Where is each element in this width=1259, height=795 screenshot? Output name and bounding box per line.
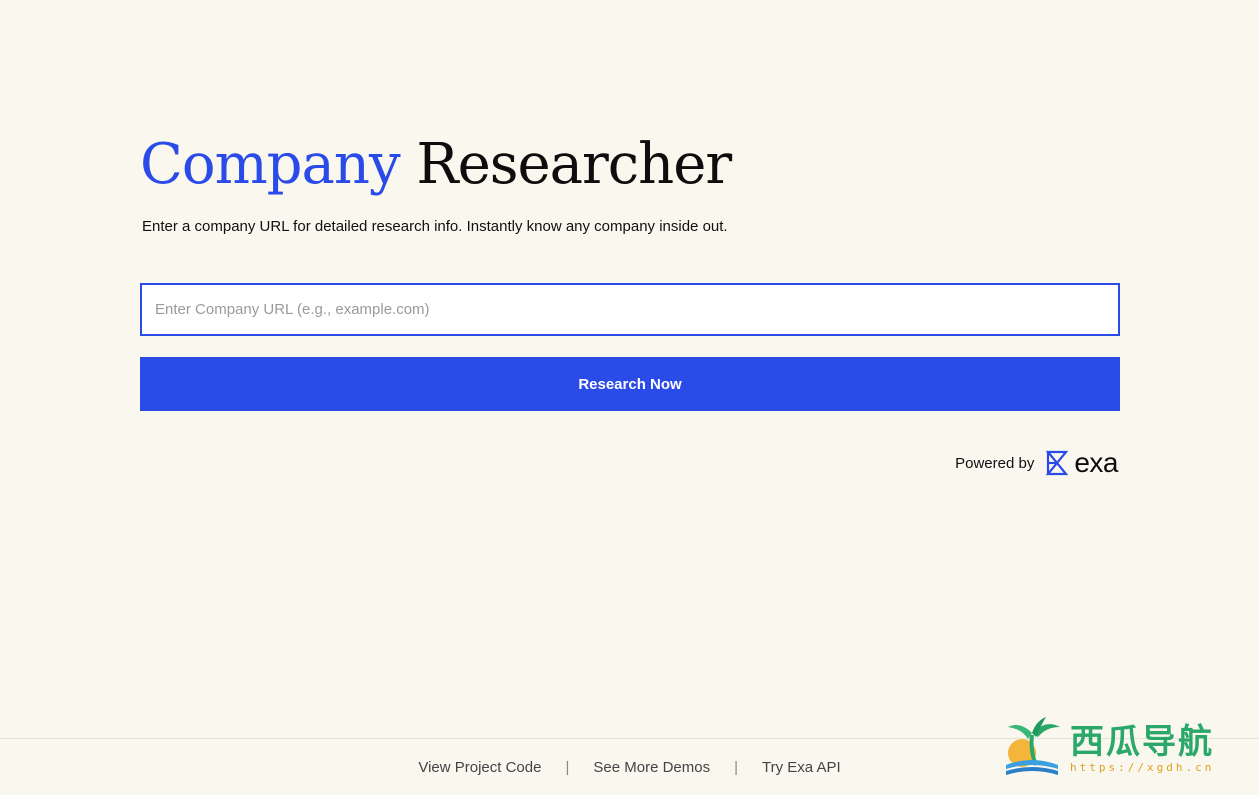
view-project-code-link[interactable]: View Project Code xyxy=(418,759,541,776)
page-title: Company Researcher xyxy=(140,130,1120,200)
watermark-text: 西瓜导航 https://xgdh.cn xyxy=(1070,723,1214,774)
exa-wordmark: exa xyxy=(1074,447,1118,478)
research-now-button[interactable]: Research Now xyxy=(140,357,1120,411)
exa-logo-link[interactable]: exa xyxy=(1046,449,1118,477)
main-content: Company Researcher Enter a company URL f… xyxy=(140,130,1120,477)
watermark: 西瓜导航 https://xgdh.cn xyxy=(1002,712,1242,784)
palm-island-icon xyxy=(1006,717,1060,775)
page-title-rest: Researcher xyxy=(416,132,732,197)
watermark-title: 西瓜导航 xyxy=(1070,721,1214,762)
watermark-url: https://xgdh.cn xyxy=(1070,760,1215,774)
footer-separator: | xyxy=(734,759,738,776)
page-subtitle: Enter a company URL for detailed researc… xyxy=(142,218,728,235)
page-title-accent: Company xyxy=(140,132,401,197)
page: Company Researcher Enter a company URL f… xyxy=(0,0,1259,795)
see-more-demos-link[interactable]: See More Demos xyxy=(593,759,710,776)
footer-separator: | xyxy=(565,759,570,776)
powered-by: Powered by exa xyxy=(140,449,1118,477)
company-url-input[interactable] xyxy=(140,283,1120,336)
powered-by-label: Powered by xyxy=(955,454,1035,472)
try-exa-api-link[interactable]: Try Exa API xyxy=(762,759,841,776)
exa-hourglass-icon xyxy=(1046,450,1069,476)
